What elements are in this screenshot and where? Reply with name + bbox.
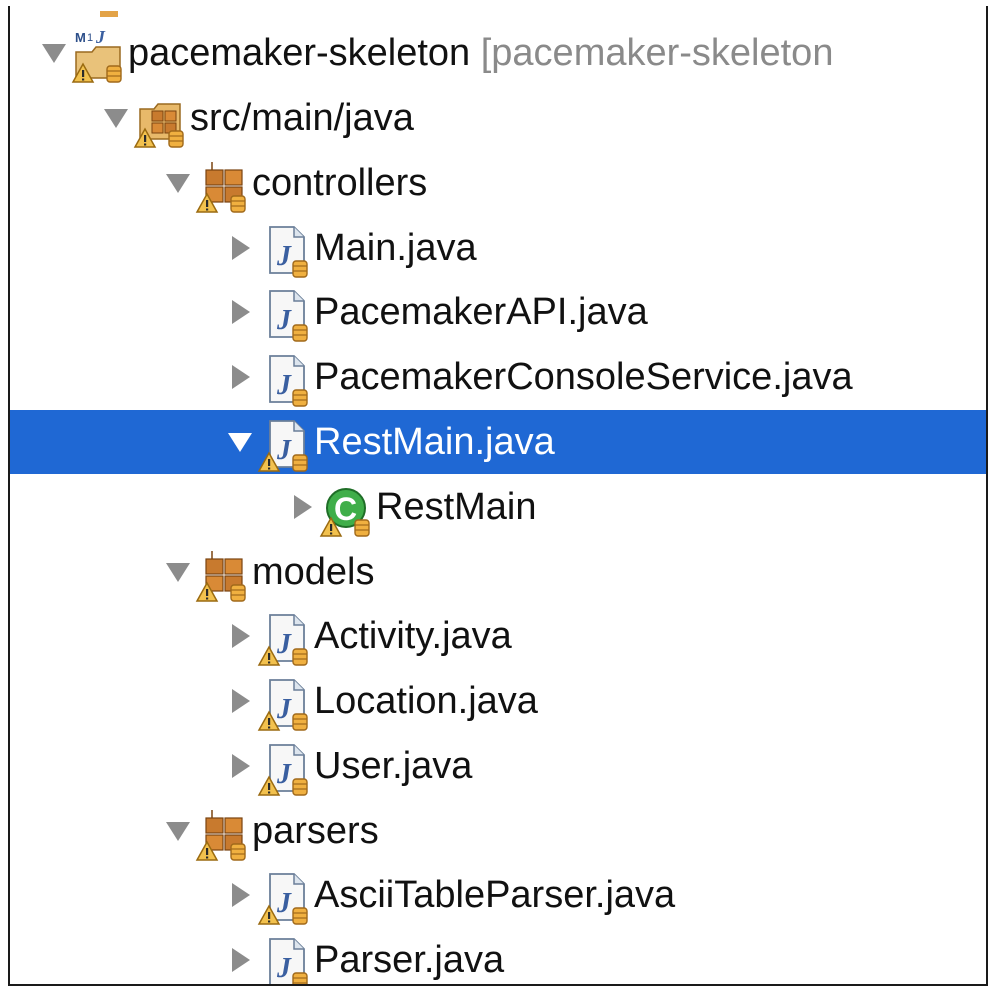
tree-row-package-controllers[interactable]: controllers	[10, 151, 986, 215]
clipped-row-above	[72, 6, 132, 17]
tree-item-label: Parser.java	[314, 939, 505, 981]
expand-arrow-icon[interactable]	[226, 687, 254, 715]
tree-row-project[interactable]: M1J pacemaker-skeleton [pacemaker-skelet…	[10, 21, 986, 85]
svg-text:J: J	[95, 27, 106, 47]
tree-row-file[interactable]: J Parser.java	[10, 928, 986, 984]
tree-row-file[interactable]: J PacemakerAPI.java	[10, 280, 986, 344]
expand-arrow-icon[interactable]	[226, 234, 254, 262]
tree-item-label: parsers	[252, 810, 379, 852]
tree-row-file[interactable]: J Main.java	[10, 216, 986, 280]
expand-arrow-icon[interactable]	[226, 428, 254, 456]
expand-arrow-icon[interactable]	[164, 817, 192, 845]
java-file-warning-icon: J	[257, 611, 312, 666]
tree-row-file[interactable]: J User.java	[10, 734, 986, 798]
package-icon	[195, 547, 250, 602]
expand-arrow-icon[interactable]	[102, 104, 130, 132]
tree-item-label: controllers	[252, 162, 428, 204]
java-file-icon: J	[260, 287, 312, 342]
svg-text:1: 1	[87, 32, 93, 44]
java-class-icon: C	[319, 482, 374, 537]
java-file-warning-icon: J	[257, 870, 312, 925]
tree-row-class[interactable]: C RestMain	[10, 475, 986, 539]
java-file-icon: J	[260, 223, 312, 278]
svg-text:J: J	[276, 370, 292, 401]
tree-item-label: AsciiTableParser.java	[314, 874, 676, 916]
package-icon	[195, 806, 250, 861]
svg-text:J: J	[276, 629, 292, 660]
svg-text:M: M	[75, 30, 86, 45]
expand-arrow-icon[interactable]	[288, 493, 316, 521]
java-file-icon: J	[260, 935, 312, 984]
expand-arrow-icon[interactable]	[226, 881, 254, 909]
maven-java-project-icon: M1J	[71, 27, 126, 83]
tree-row-package-models[interactable]: models	[10, 540, 986, 604]
svg-text:J: J	[276, 241, 292, 272]
project-decoration: [pacemaker-skeleton	[470, 32, 834, 74]
svg-text:J: J	[276, 953, 292, 984]
tree-row-file-selected[interactable]: J RestMain.java	[10, 410, 986, 474]
expand-arrow-icon[interactable]	[226, 363, 254, 391]
tree-item-label: RestMain	[376, 486, 537, 528]
tree-item-label: User.java	[314, 745, 473, 787]
svg-text:C: C	[334, 491, 357, 527]
tree-item-label: Activity.java	[314, 615, 512, 657]
java-file-icon: J	[260, 352, 312, 407]
tree-item-label: RestMain.java	[314, 421, 555, 463]
java-file-warning-icon: J	[257, 417, 312, 472]
expand-arrow-icon[interactable]	[226, 752, 254, 780]
expand-arrow-icon[interactable]	[226, 298, 254, 326]
svg-text:J: J	[276, 888, 292, 919]
expand-arrow-icon[interactable]	[40, 39, 68, 67]
svg-text:J: J	[276, 759, 292, 790]
tree-item-label: PacemakerConsoleService.java	[314, 356, 853, 398]
tree-row-file[interactable]: J AsciiTableParser.java	[10, 863, 986, 927]
source-folder-icon	[133, 93, 188, 148]
expand-arrow-icon[interactable]	[164, 169, 192, 197]
tree-row-file[interactable]: J Activity.java	[10, 604, 986, 668]
expand-arrow-icon[interactable]	[226, 622, 254, 650]
tree-item-label: PacemakerAPI.java	[314, 291, 648, 333]
java-file-warning-icon: J	[257, 676, 312, 731]
tree-row-source-folder[interactable]: src/main/java	[10, 86, 986, 150]
tree-item-label: Main.java	[314, 227, 477, 269]
tree-row-file[interactable]: J PacemakerConsoleService.java	[10, 345, 986, 409]
tree-row-file[interactable]: J Location.java	[10, 669, 986, 733]
svg-text:J: J	[276, 694, 292, 725]
tree-row-package-parsers[interactable]: parsers	[10, 799, 986, 863]
svg-text:J: J	[276, 435, 292, 466]
package-icon	[195, 158, 250, 213]
svg-text:J: J	[276, 305, 292, 336]
expand-arrow-icon[interactable]	[226, 946, 254, 974]
tree-item-label: pacemaker-skeleton [pacemaker-skeleton	[128, 32, 834, 74]
package-explorer-tree: M1J pacemaker-skeleton [pacemaker-skelet…	[8, 6, 988, 986]
tree-item-label: models	[252, 551, 375, 593]
tree-item-label: src/main/java	[190, 97, 414, 139]
expand-arrow-icon[interactable]	[164, 558, 192, 586]
java-file-warning-icon: J	[257, 741, 312, 796]
tree-item-label: Location.java	[314, 680, 538, 722]
